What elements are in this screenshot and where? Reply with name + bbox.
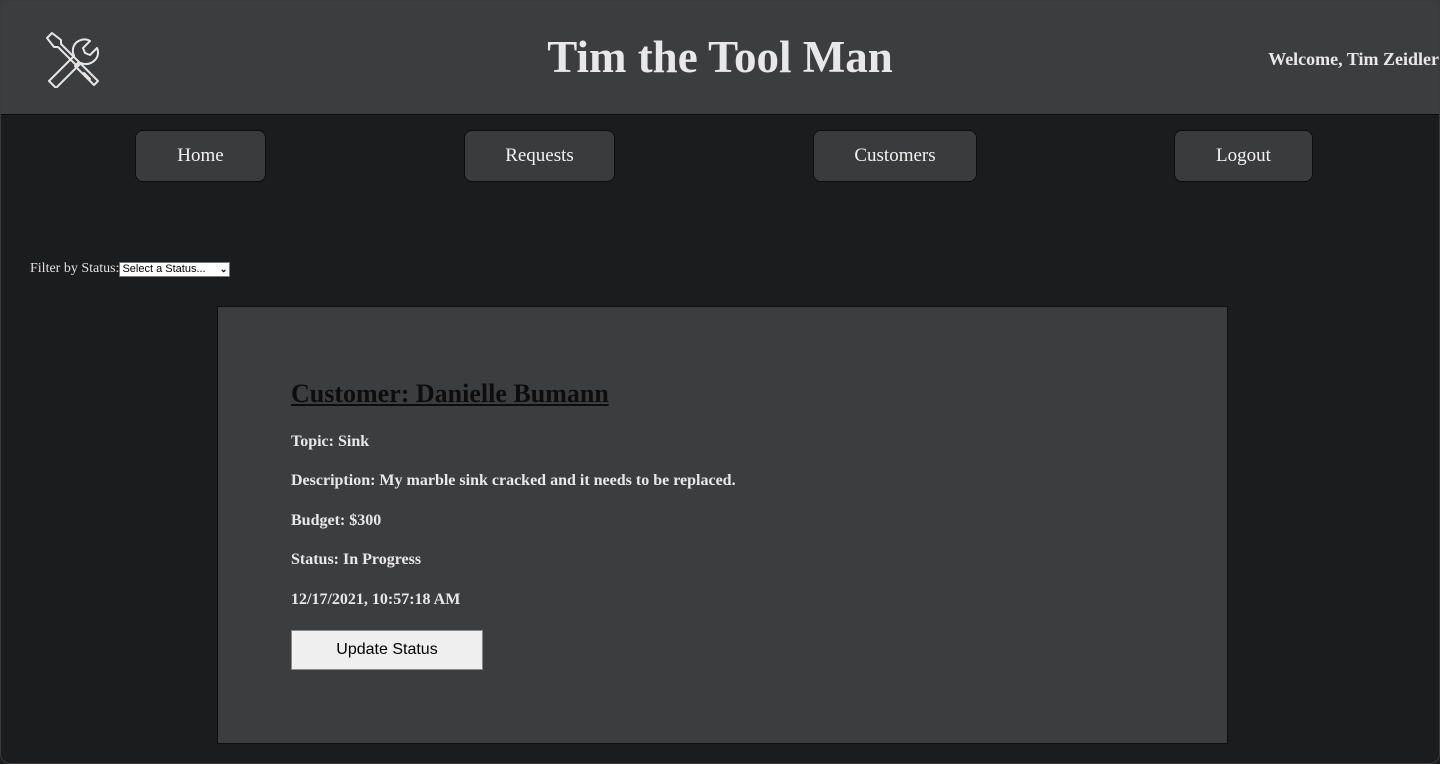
nav-requests-button[interactable]: Requests bbox=[464, 130, 615, 182]
nav-customers-button[interactable]: Customers bbox=[813, 130, 977, 182]
update-status-button[interactable]: Update Status bbox=[291, 630, 483, 670]
request-description: Description: My marble sink cracked and … bbox=[291, 472, 736, 489]
app-window: Tim the Tool Man Welcome, Tim Zeidler Ho… bbox=[0, 0, 1440, 764]
site-header: Tim the Tool Man Welcome, Tim Zeidler bbox=[1, 1, 1439, 115]
status-filter-select[interactable]: Select a Status... ⌄ bbox=[119, 261, 231, 277]
nav-logout-button[interactable]: Logout bbox=[1174, 130, 1313, 182]
filter-label: Filter by Status: bbox=[30, 261, 120, 276]
request-status: Status: In Progress bbox=[291, 551, 422, 568]
status-filter: Filter by Status: Select a Status... ⌄ bbox=[30, 261, 231, 277]
request-card: Customer: Danielle Bumann Topic: Sink De… bbox=[217, 306, 1228, 744]
welcome-message: Welcome, Tim Zeidler bbox=[1268, 49, 1439, 69]
chevron-down-icon: ⌄ bbox=[219, 263, 228, 274]
nav-home-button[interactable]: Home bbox=[135, 130, 266, 182]
request-budget: Budget: $300 bbox=[291, 512, 382, 529]
request-timestamp: 12/17/2021, 10:57:18 AM bbox=[291, 591, 461, 608]
filter-selected-value: Select a Status... bbox=[122, 262, 206, 275]
site-title: Tim the Tool Man bbox=[547, 32, 893, 82]
request-topic: Topic: Sink bbox=[291, 433, 370, 450]
customer-name-link[interactable]: Customer: Danielle Bumann bbox=[291, 379, 609, 409]
